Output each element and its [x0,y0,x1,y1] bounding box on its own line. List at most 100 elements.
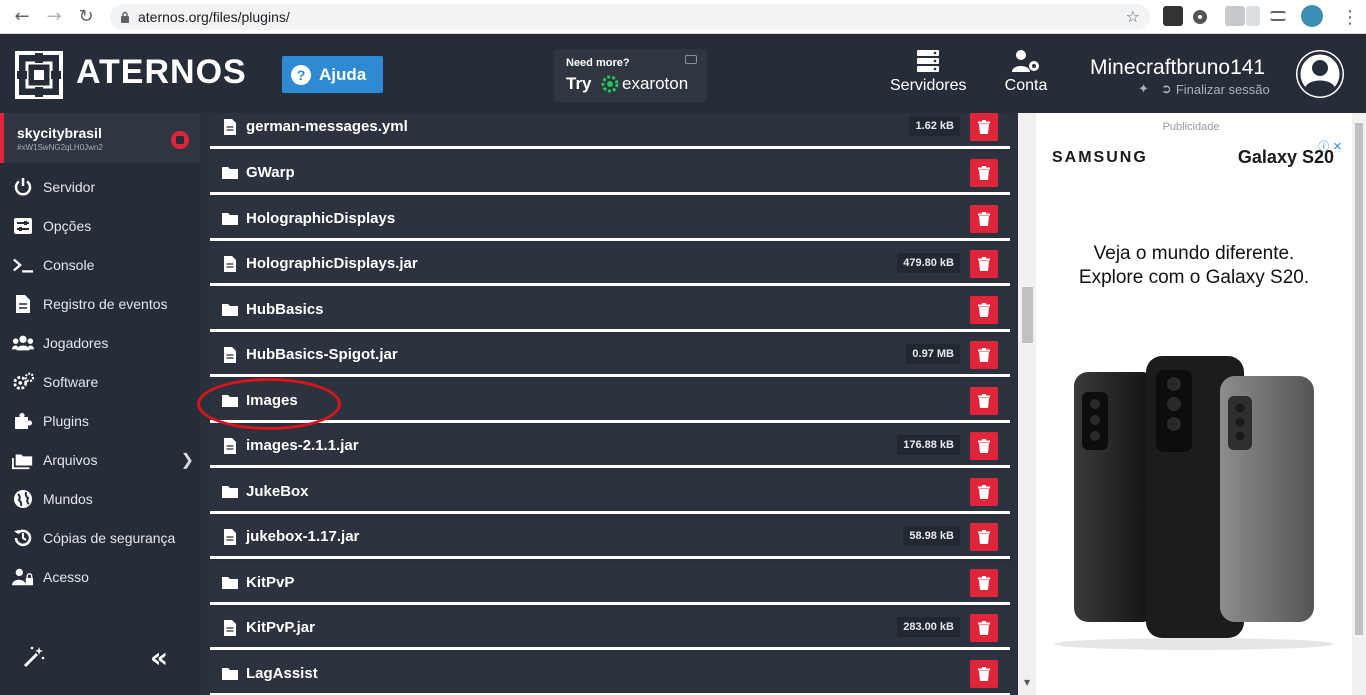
file-name: HubBasics [246,301,324,318]
account-nav[interactable]: Conta [1003,49,1049,95]
aternos-logo-icon[interactable] [15,51,63,99]
ad-scrollbar[interactable] [1352,113,1366,695]
browser-menu-icon[interactable]: ⋮ [1334,1,1366,33]
magic-wand-icon[interactable]: ✦ [1138,81,1149,97]
file-icon [224,528,236,545]
user-lock-icon [12,566,34,588]
ad-scrollbar-thumb[interactable] [1355,123,1363,635]
file-row[interactable]: HubBasics-Spigot.jar 0.97 MB [210,335,1010,377]
sidebar-item-registro[interactable]: Registro de eventos [0,284,200,323]
trash-icon [978,303,990,317]
try-text: Try [566,74,592,93]
sidebar-item-plugins[interactable]: Plugins [0,401,200,440]
file-name: JukeBox [246,483,309,500]
delete-button[interactable] [970,432,998,460]
file-name: GWarp [246,164,295,181]
file-name: HubBasics-Spigot.jar [246,346,398,363]
bookmark-star-icon[interactable]: ☆ [1126,7,1140,26]
file-icon [224,619,236,636]
file-size-badge: 58.98 kB [903,526,960,546]
profile-avatar-icon[interactable] [1301,5,1323,27]
sidebar-item-label: Servidor [43,178,96,195]
delete-button[interactable] [970,113,998,141]
sidebar-item-label: Cópias de segurança [43,529,176,546]
scroll-down-arrow-icon[interactable]: ▼ [1024,678,1030,687]
sidebar-item-jogadores[interactable]: Jogadores [0,323,200,362]
file-size-badge: 283.00 kB [897,617,960,637]
delete-button[interactable] [970,205,998,233]
logout-link[interactable]: ✦ ➲ Finalizar sessão [1138,81,1270,97]
sidebar-item-arquivos[interactable]: Arquivos ❯ [0,440,200,479]
extension-grey-icon[interactable] [1246,6,1260,26]
server-status-icon[interactable] [171,131,189,149]
file-name: images-2.1.1.jar [246,437,359,454]
trash-icon [978,166,990,180]
delete-button[interactable] [970,614,998,642]
forward-arrow-icon[interactable]: → [38,1,70,33]
file-row[interactable]: KitPvP.jar 283.00 kB [210,608,1010,650]
folder-row[interactable]: HubBasics [210,290,1010,332]
trash-icon [978,257,990,271]
phones-image [1054,356,1334,650]
delete-button[interactable] [970,523,998,551]
folder-row[interactable]: GWarp [210,153,1010,195]
back-arrow-icon[interactable]: ← [6,1,38,33]
collapse-sidebar-icon[interactable]: « [150,641,168,674]
delete-button[interactable] [970,478,998,506]
file-row[interactable]: german-messages.yml 1.62 kB [210,113,1010,149]
avatar-user-icon [1297,51,1343,97]
folder-icon [222,576,238,589]
magic-wand-icon[interactable] [22,645,46,669]
delete-button[interactable] [970,660,998,688]
page-scrollbar-thumb[interactable] [1022,287,1033,343]
power-icon [12,176,34,198]
sidebar-item-servidor[interactable]: Servidor [0,167,200,206]
question-icon: ? [291,64,311,85]
file-row[interactable]: jukebox-1.17.jar 58.98 kB [210,517,1010,559]
folder-row[interactable]: LagAssist [210,654,1010,695]
address-bar[interactable]: aternos.org/files/plugins/ ☆ [110,4,1150,30]
delete-button[interactable] [970,341,998,369]
trash-icon [978,394,990,408]
delete-button[interactable] [970,296,998,324]
extension-circles-icon[interactable] [1193,10,1207,24]
exaroton-banner[interactable]: Need more? Try exaroton [554,49,707,102]
extension-s-icon[interactable] [1225,6,1245,26]
globe-icon [12,488,34,510]
trash-icon [978,485,990,499]
folder-row[interactable]: HolographicDisplays [210,199,1010,241]
folder-row[interactable]: KitPvP [210,563,1010,605]
reload-icon[interactable]: ↻ [70,1,102,33]
sidebar-item-software[interactable]: Software [0,362,200,401]
extension-new-icon[interactable] [1163,6,1183,26]
file-name: KitPvP.jar [246,619,315,636]
delete-button[interactable] [970,569,998,597]
sidebar-item-copias[interactable]: Cópias de segurança [0,518,200,557]
playlist-icon[interactable] [1270,11,1286,21]
server-selector[interactable]: skycitybrasil #xW1SwNG2qLH0Jwn2 [0,113,200,163]
folder-row[interactable]: JukeBox [210,472,1010,514]
file-row[interactable]: HolographicDisplays.jar 479.80 kB [210,244,1010,286]
servers-nav[interactable]: Servidores [890,49,966,95]
samsung-ad[interactable]: SAMSUNG Galaxy S20 ⓘ ✕ Veja o mundo dife… [1044,137,1344,692]
sidebar-item-console[interactable]: Console [0,245,200,284]
adchoices-icon[interactable]: ⓘ ✕ [1318,138,1342,154]
delete-button[interactable] [970,159,998,187]
brand-name[interactable]: ATERNOS [76,53,247,92]
folder-icon [222,303,238,316]
chevron-right-icon: ❯ [180,452,194,469]
file-name: HolographicDisplays [246,210,396,227]
sidebar-item-acesso[interactable]: Acesso [0,557,200,596]
user-gear-icon [1012,50,1039,72]
trash-icon [978,530,990,544]
sidebar-item-mundos[interactable]: Mundos [0,479,200,518]
sidebar-item-opcoes[interactable]: Opções [0,206,200,245]
delete-button[interactable] [970,387,998,415]
sidebar-item-label: Mundos [43,490,93,507]
sidebar-item-label: Software [43,373,99,390]
page-scrollbar[interactable] [1018,113,1036,695]
file-row[interactable]: images-2.1.1.jar 176.88 kB [210,426,1010,468]
user-avatar[interactable] [1296,50,1344,98]
delete-button[interactable] [970,250,998,278]
help-button[interactable]: ? Ajuda [282,56,383,93]
